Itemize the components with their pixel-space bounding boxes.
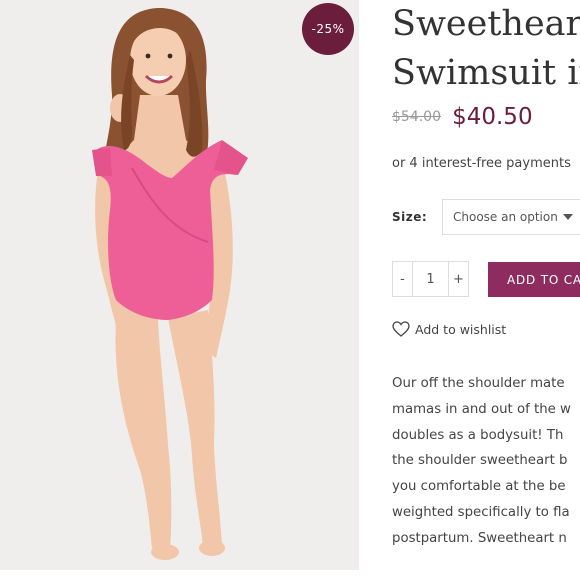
description-line: Our off the shoulder mate: [392, 376, 565, 391]
chevron-down-icon: [563, 214, 573, 220]
description-line: postpartum. Sweetheart n: [392, 530, 567, 546]
product-title: Sweetheart Swimsuit in: [392, 0, 580, 98]
model-illustration: [92, 8, 248, 560]
quantity-decrease-button[interactable]: -: [393, 262, 413, 296]
description-line: mamas in and out of the w: [392, 401, 571, 417]
product-title-line-2: Swimsuit in: [392, 53, 580, 93]
size-select-value: Choose an option: [453, 210, 558, 224]
description-line: you comfortable at the be: [392, 479, 566, 495]
regular-price: $54.00: [392, 109, 441, 125]
add-to-wishlist-link[interactable]: Add to wishlist: [392, 321, 506, 337]
product-title-line-1: Sweetheart: [392, 4, 580, 44]
description-line: doubles as a bodysuit! Th: [392, 427, 564, 443]
sale-badge: -25%: [302, 3, 354, 55]
sale-price: $40.50: [452, 104, 533, 130]
description-line: weighted specifically to fla: [392, 504, 570, 520]
quantity-stepper[interactable]: - 1 +: [392, 261, 469, 297]
product-summary: Sweetheart Swimsuit in $54.00 $40.50 or …: [392, 0, 580, 580]
quantity-input[interactable]: 1: [413, 262, 448, 296]
price: $54.00 $40.50: [392, 104, 533, 130]
quantity-increase-button[interactable]: +: [448, 262, 468, 296]
installments-note: or 4 interest-free payments: [392, 156, 571, 171]
product-description: Our off the shoulder mate mamas in and o…: [392, 371, 580, 552]
size-label: Size:: [392, 210, 428, 224]
add-to-cart-button[interactable]: ADD TO CART: [488, 262, 580, 297]
size-select[interactable]: Choose an option: [442, 199, 580, 235]
wishlist-label: Add to wishlist: [415, 321, 507, 337]
description-line: the shoulder sweetheart b: [392, 453, 568, 469]
heart-icon: [392, 321, 410, 337]
product-image[interactable]: -25%: [0, 0, 359, 570]
